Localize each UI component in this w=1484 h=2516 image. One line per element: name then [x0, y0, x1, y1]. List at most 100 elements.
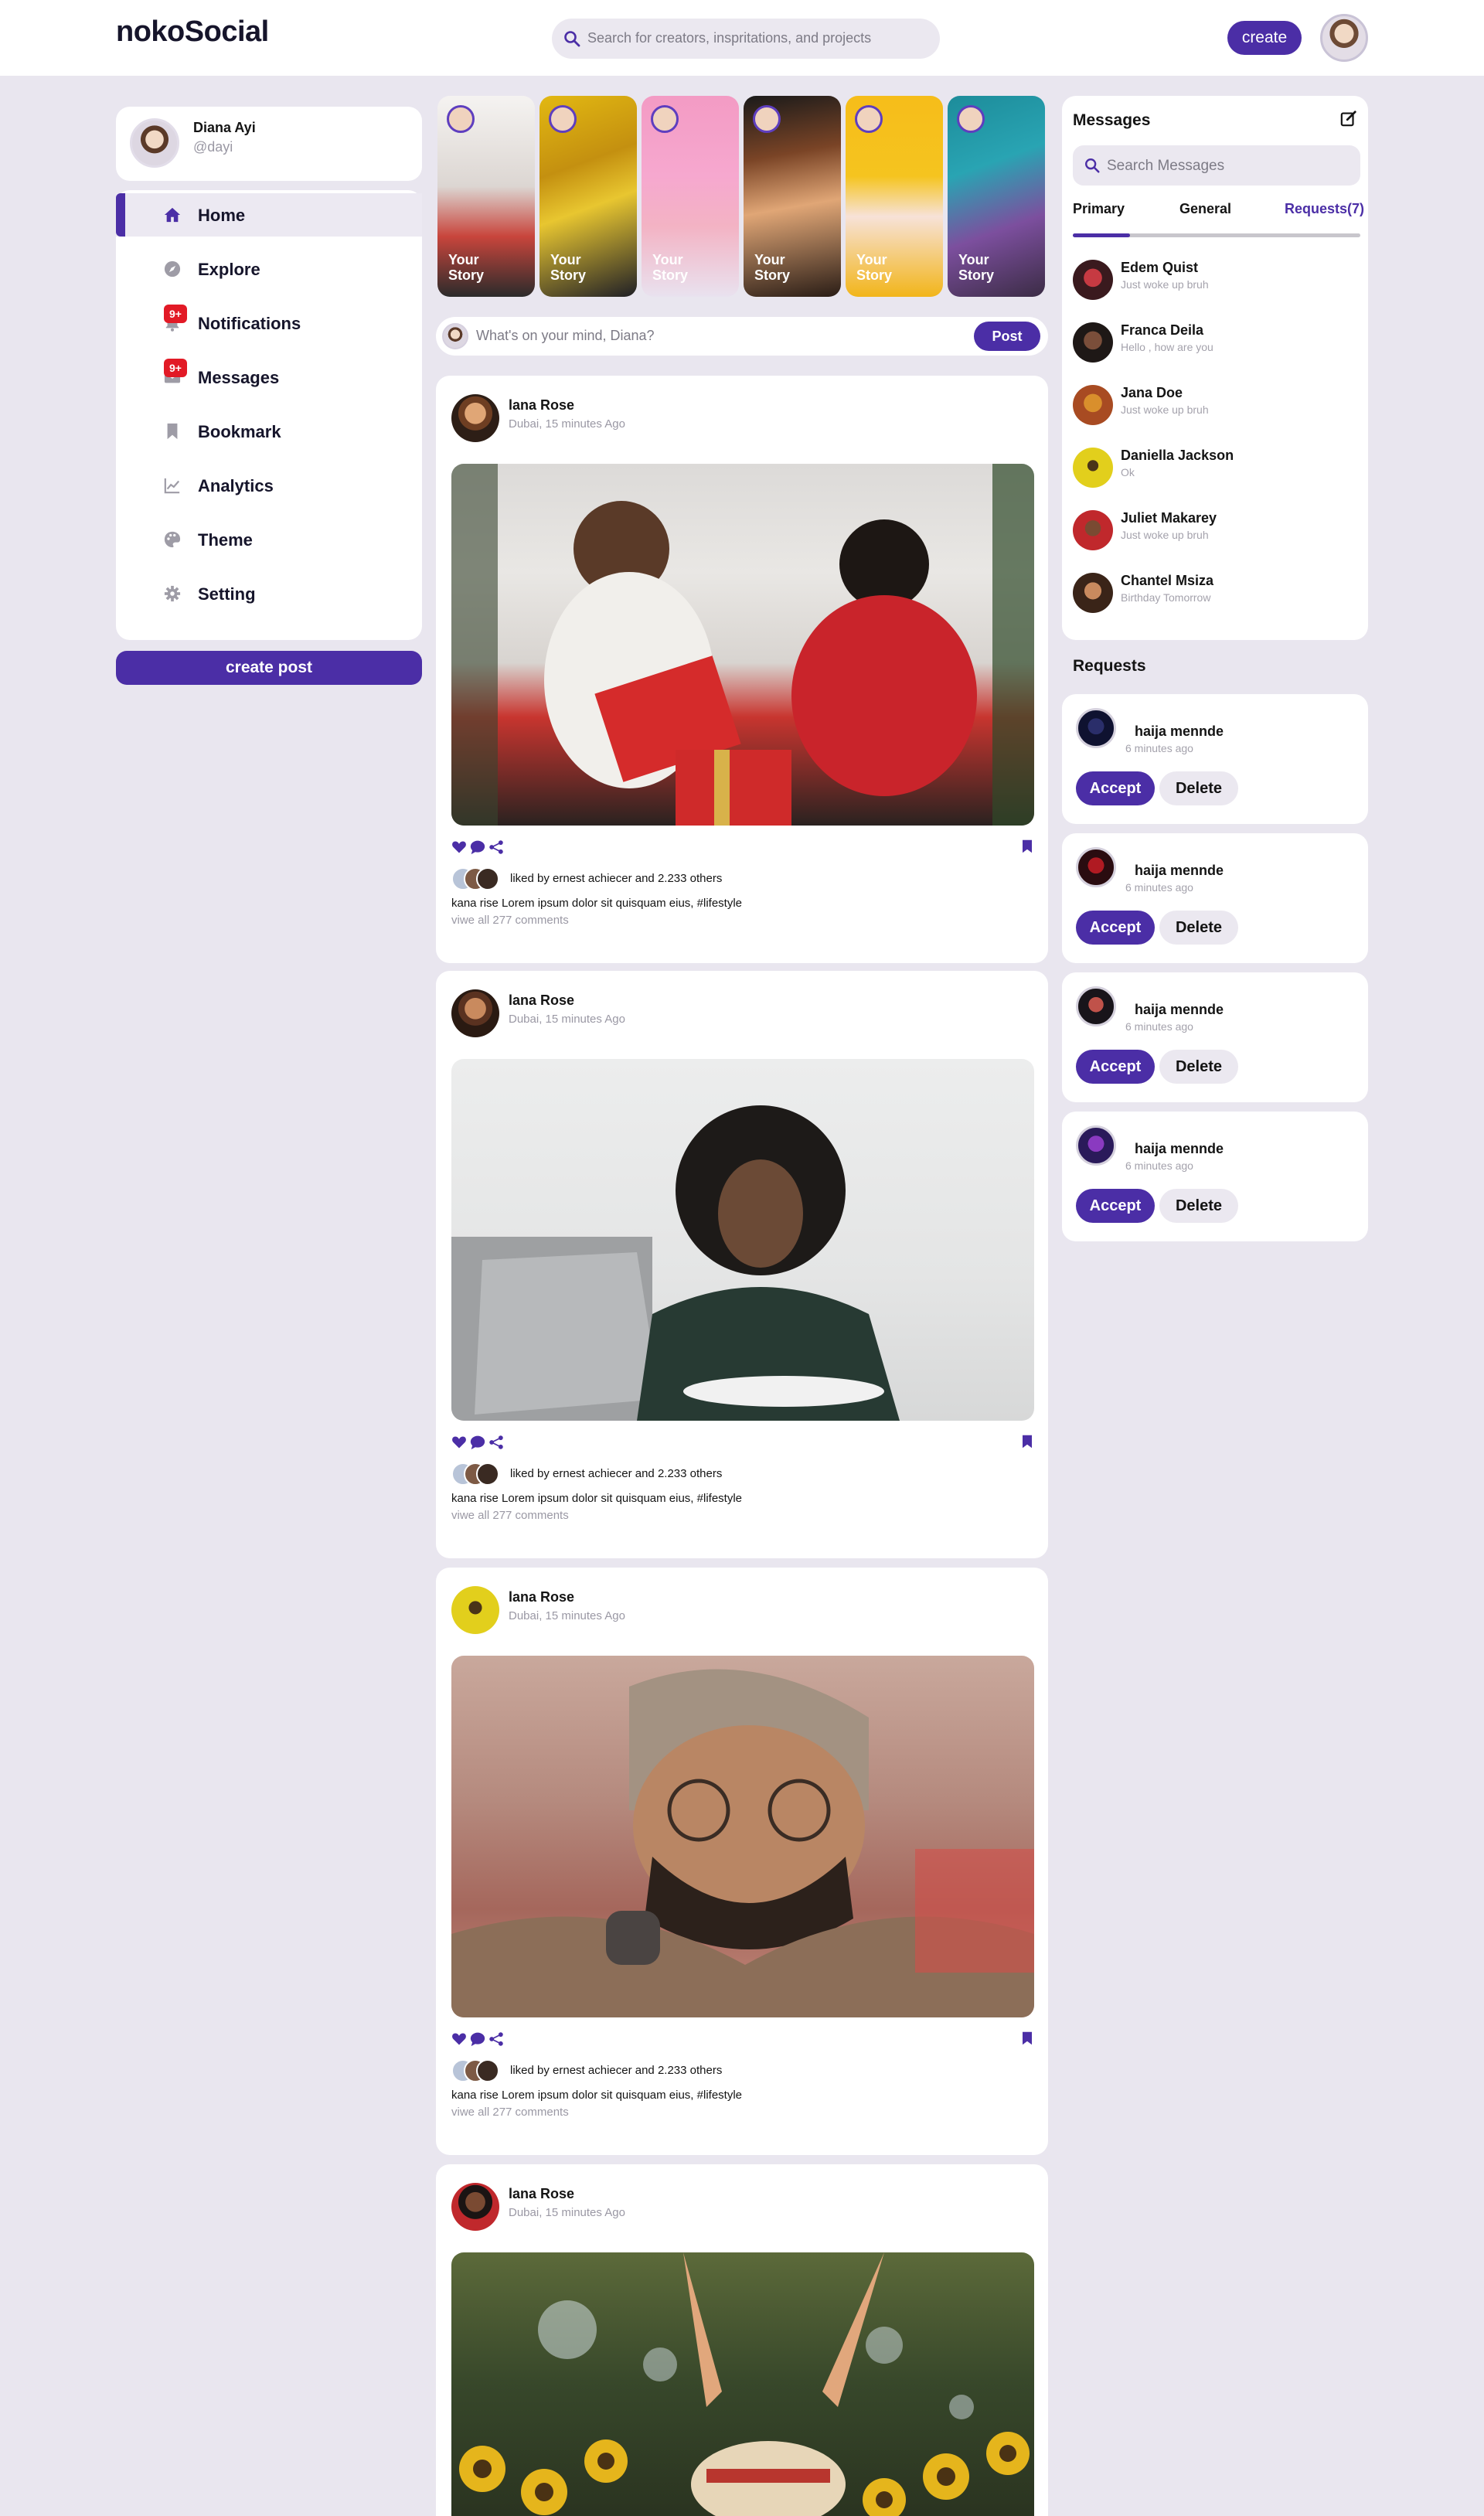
post-image[interactable]: [451, 1059, 1034, 1421]
story-card[interactable]: Your Story: [539, 96, 637, 297]
search-bar[interactable]: Search for creators, inspritations, and …: [552, 19, 940, 59]
delete-button[interactable]: Delete: [1159, 911, 1238, 945]
sidebar-item-label: Messages: [198, 368, 280, 387]
bookmark-icon: [167, 423, 178, 440]
sidebar-item-notifications[interactable]: 9+ Notifications: [116, 301, 422, 345]
accept-button[interactable]: Accept: [1076, 1189, 1155, 1223]
request-name: haija mennde: [1135, 1141, 1224, 1156]
post-actions: [451, 2030, 1034, 2048]
view-comments-link[interactable]: viwe all 277 comments: [451, 914, 569, 927]
share-icon[interactable]: [488, 2031, 504, 2047]
view-comments-link[interactable]: viwe all 277 comments: [451, 2106, 569, 2119]
search-input[interactable]: Search for creators, inspritations, and …: [587, 30, 871, 46]
sidebar-item-label: Explore: [198, 260, 260, 279]
tab-primary[interactable]: Primary: [1073, 201, 1125, 217]
story-card[interactable]: Your Story: [846, 96, 943, 297]
sidebar-item-home[interactable]: Home: [116, 193, 422, 237]
author-avatar[interactable]: [451, 989, 499, 1037]
avatar: [476, 867, 499, 890]
post-photo: [459, 2252, 1030, 2516]
message-item[interactable]: Juliet Makarey Just woke up bruh: [1073, 506, 1360, 552]
message-sender: Edem Quist: [1121, 260, 1199, 275]
profile-avatar[interactable]: [1320, 14, 1368, 62]
message-item[interactable]: Jana Doe Just woke up bruh: [1073, 380, 1360, 427]
accept-button[interactable]: Accept: [1076, 771, 1155, 805]
edit-icon[interactable]: [1340, 110, 1357, 127]
delete-button[interactable]: Delete: [1159, 771, 1238, 805]
request-name: haija mennde: [1135, 863, 1224, 878]
post-author[interactable]: lana Rose: [509, 992, 574, 1009]
tab-general[interactable]: General: [1179, 201, 1231, 217]
message-preview: Ok: [1121, 466, 1135, 478]
post-image[interactable]: [451, 464, 1034, 826]
heart-icon[interactable]: [451, 839, 467, 855]
message-search[interactable]: Search Messages: [1073, 145, 1360, 186]
avatar: [1076, 986, 1116, 1026]
story-label: Your Story: [958, 252, 995, 283]
share-icon[interactable]: [488, 1435, 504, 1450]
message-item[interactable]: Chantel Msiza Birthday Tomorrow: [1073, 568, 1360, 615]
post-actions: [451, 838, 1034, 856]
author-avatar[interactable]: [451, 394, 499, 442]
tab-requests[interactable]: Requests(7): [1285, 201, 1364, 217]
post-image[interactable]: [451, 1656, 1034, 2017]
messages-title: Messages: [1073, 111, 1151, 129]
message-item[interactable]: Franca Deila Hello , how are you: [1073, 318, 1360, 364]
message-item[interactable]: Daniella Jackson Ok: [1073, 443, 1360, 489]
comment-icon[interactable]: [470, 839, 485, 855]
profile-card[interactable]: Diana Ayi @dayi: [116, 107, 422, 181]
story-card[interactable]: Your Story: [642, 96, 739, 297]
post-author[interactable]: lana Rose: [509, 1589, 574, 1605]
message-item[interactable]: Edem Quist Just woke up bruh: [1073, 255, 1360, 301]
avatar: [1076, 1125, 1116, 1166]
share-icon[interactable]: [488, 839, 504, 855]
heart-icon[interactable]: [451, 1435, 467, 1450]
post-button[interactable]: Post: [974, 322, 1040, 351]
create-button[interactable]: create: [1227, 21, 1302, 55]
sidebar-item-messages[interactable]: 9+ Messages: [116, 356, 422, 399]
post-author[interactable]: lana Rose: [509, 2186, 574, 2202]
accept-button[interactable]: Accept: [1076, 1050, 1155, 1084]
message-preview: Birthday Tomorrow: [1121, 591, 1211, 604]
sidebar-item-setting[interactable]: Setting: [116, 572, 422, 615]
bookmark-icon[interactable]: [1020, 2030, 1034, 2047]
author-avatar[interactable]: [451, 2183, 499, 2231]
comment-icon[interactable]: [470, 2031, 485, 2047]
sidebar-item-label: Theme: [198, 530, 253, 550]
logo[interactable]: nokoSocial: [116, 15, 269, 49]
palette-icon: [164, 531, 181, 548]
sidebar-item-analytics[interactable]: Analytics: [116, 464, 422, 507]
composer-input[interactable]: What's on your mind, Diana?: [476, 328, 655, 344]
compass-icon: [164, 260, 181, 277]
post-author[interactable]: lana Rose: [509, 397, 574, 414]
sidebar-item-theme[interactable]: Theme: [116, 518, 422, 561]
story-card[interactable]: Your Story: [948, 96, 1045, 297]
request-time: 6 minutes ago: [1125, 1159, 1193, 1172]
story-avatar: [651, 105, 679, 133]
post-meta: Dubai, 15 minutes Ago: [509, 1013, 625, 1026]
post-image[interactable]: [451, 2252, 1034, 2516]
view-comments-link[interactable]: viwe all 277 comments: [451, 1509, 569, 1522]
chart-line-icon: [164, 478, 180, 494]
sidebar-item-bookmark[interactable]: Bookmark: [116, 410, 422, 453]
request-time: 6 minutes ago: [1125, 742, 1193, 754]
messages-badge: 9+: [164, 359, 187, 377]
story-card[interactable]: Your Story: [437, 96, 535, 297]
delete-button[interactable]: Delete: [1159, 1189, 1238, 1223]
message-sender: Juliet Makarey: [1121, 510, 1217, 526]
comment-icon[interactable]: [470, 1435, 485, 1450]
story-label: Your Story: [448, 252, 485, 283]
avatar: [476, 1462, 499, 1486]
avatar: [1073, 510, 1113, 550]
sidebar-item-explore[interactable]: Explore: [116, 247, 422, 291]
author-avatar[interactable]: [451, 1586, 499, 1634]
accept-button[interactable]: Accept: [1076, 911, 1155, 945]
bookmark-icon[interactable]: [1020, 838, 1034, 855]
story-card[interactable]: Your Story: [744, 96, 841, 297]
delete-button[interactable]: Delete: [1159, 1050, 1238, 1084]
message-search-input[interactable]: Search Messages: [1107, 158, 1224, 175]
heart-icon[interactable]: [451, 2031, 467, 2047]
bookmark-icon[interactable]: [1020, 1433, 1034, 1450]
create-post-button[interactable]: create post: [116, 651, 422, 685]
sidebar-item-label: Home: [198, 206, 246, 225]
